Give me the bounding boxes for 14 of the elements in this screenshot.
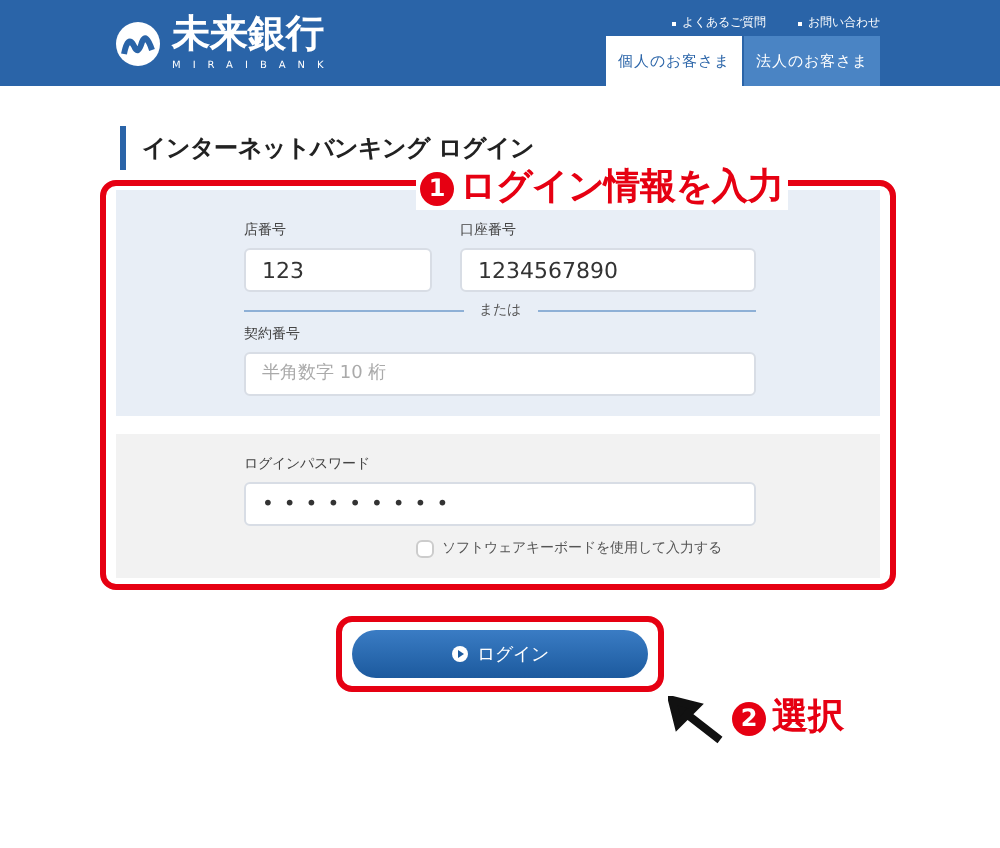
branch-number-field[interactable]: 123 <box>244 248 432 292</box>
contract-number-field[interactable]: 半角数字 10 桁 <box>244 352 756 396</box>
login-button[interactable]: ログイン <box>352 630 648 678</box>
account-number-field[interactable]: 1234567890 <box>460 248 756 292</box>
logo-text: 未来銀行 <box>172 15 326 53</box>
checkbox[interactable] <box>416 539 434 557</box>
password-field[interactable]: ••••••••• <box>244 482 756 526</box>
arrow-icon <box>668 696 724 744</box>
step-number: 1 <box>420 171 454 205</box>
annotation-text: ログイン情報を入力 <box>460 166 784 210</box>
logo-icon <box>116 21 160 65</box>
play-icon <box>451 646 467 662</box>
annotation-text: 選択 <box>772 696 844 740</box>
step-number: 2 <box>732 701 766 735</box>
